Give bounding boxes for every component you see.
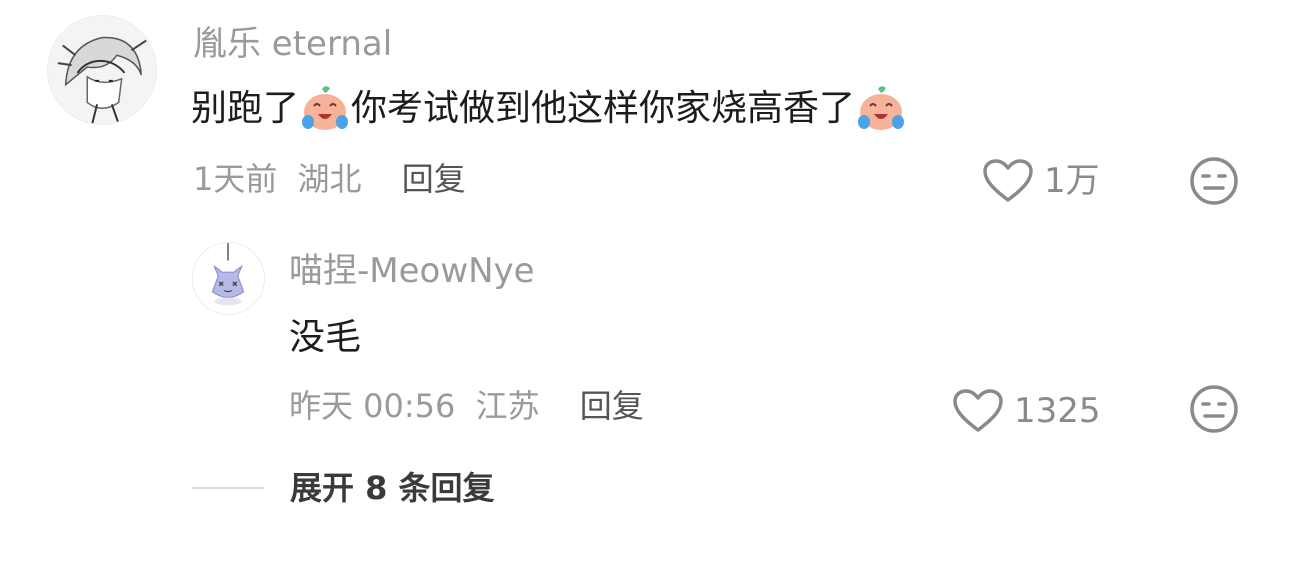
avatar[interactable] xyxy=(47,15,157,125)
like-count: 1325 xyxy=(1014,391,1101,431)
neutral-face-icon xyxy=(1190,157,1238,205)
comment-text: 没毛 xyxy=(289,317,362,358)
comment-location: 湖北 xyxy=(297,160,362,198)
comment-meta: 昨天 00:56 江苏 回复 xyxy=(289,386,644,426)
divider-line xyxy=(192,487,264,489)
comment-date: 昨天 00:56 xyxy=(289,387,456,425)
neutral-face-icon xyxy=(1190,385,1238,433)
expand-replies-button[interactable]: 展开 8 条回复 xyxy=(192,468,495,508)
comment-text-part: 别跑了 xyxy=(191,88,300,129)
avatar-illustration xyxy=(48,16,156,124)
like-button[interactable]: 1325 xyxy=(952,388,1101,434)
reply-button[interactable]: 回复 xyxy=(402,160,466,198)
heart-icon xyxy=(983,159,1033,202)
like-count: 1万 xyxy=(1044,161,1100,201)
comment-username[interactable]: 喵捏-MeowNye xyxy=(289,250,535,292)
comment-username[interactable]: 胤乐 eternal xyxy=(193,23,392,65)
crying-face-emoji-icon xyxy=(300,84,350,134)
dislike-button[interactable] xyxy=(1189,384,1239,434)
comment-text-part: 你考试做到他这样你家烧高香了 xyxy=(351,88,856,129)
comment-date: 1天前 xyxy=(193,160,278,198)
dislike-button[interactable] xyxy=(1189,156,1239,206)
expand-replies-label: 展开 8 条回复 xyxy=(290,469,495,507)
comment-meta: 1天前 湖北 回复 xyxy=(193,159,466,199)
comment-text: 别跑了 你考试做到他这样你家烧高香了 xyxy=(191,84,907,134)
heart-icon xyxy=(953,389,1003,432)
crying-face-emoji-icon xyxy=(856,84,906,134)
avatar[interactable] xyxy=(192,242,265,315)
reply-button[interactable]: 回复 xyxy=(580,387,644,425)
like-button[interactable]: 1万 xyxy=(982,158,1100,204)
avatar-illustration xyxy=(193,243,264,314)
comment-location: 江苏 xyxy=(475,387,540,425)
